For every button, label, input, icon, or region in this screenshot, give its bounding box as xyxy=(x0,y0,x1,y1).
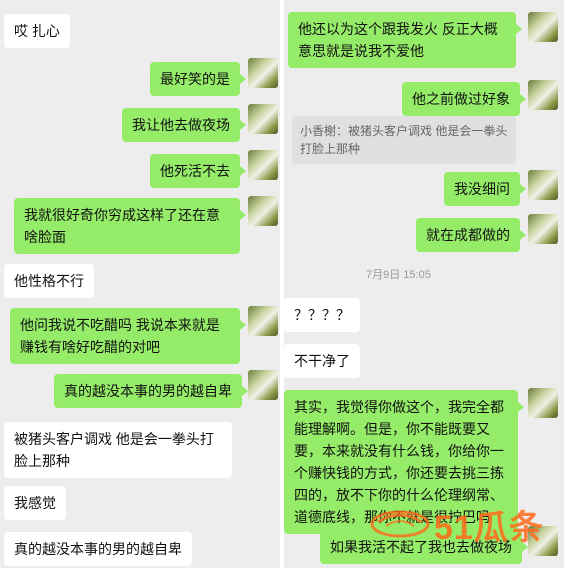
message-text: 真的越没本事的男的越自卑 xyxy=(64,383,232,399)
message-bubble[interactable]: 他还以为这个跟我发火 反正大概意思就是说我不爱他 xyxy=(288,12,522,68)
avatar[interactable] xyxy=(528,170,558,200)
message-text: 我感觉 xyxy=(14,495,56,511)
quoted-text: 小香榭：被猪头客户调戏 他是会一拳头打脸上那种 xyxy=(300,124,508,156)
message-bubble[interactable]: 真的越没本事的男的越自卑 xyxy=(54,374,248,408)
message-bubble[interactable]: 他问我说不吃醋吗 我说本来就是赚钱有啥好吃醋的对吧 xyxy=(10,308,246,364)
message-bubble[interactable]: 真的越没本事的男的越自卑 xyxy=(4,532,192,566)
avatar[interactable] xyxy=(248,58,278,88)
message-bubble[interactable]: 其实，我觉得你做这个，我完全都能理解啊。但是，你不能既要又要，本来就没有什么钱，… xyxy=(284,390,524,534)
chat-panel-right: 他还以为这个跟我发火 反正大概意思就是说我不爱他 他之前做过好象 小香榭：被猪头… xyxy=(284,0,564,568)
message-bubble[interactable]: 他性格不行 xyxy=(4,264,94,298)
message-text: 不干净了 xyxy=(294,353,350,369)
message-bubble[interactable]: 不干净了 xyxy=(284,344,360,378)
avatar[interactable] xyxy=(248,104,278,134)
avatar[interactable] xyxy=(248,370,278,400)
message-text: 他问我说不吃醋吗 我说本来就是赚钱有啥好吃醋的对吧 xyxy=(20,317,220,355)
message-text: 我没细问 xyxy=(454,181,510,197)
message-text: ？？？？ xyxy=(294,307,350,323)
message-text: 被猪头客户调戏 他是会一拳头打脸上那种 xyxy=(14,431,214,469)
avatar[interactable] xyxy=(528,526,558,556)
message-bubble[interactable]: 我感觉 xyxy=(4,486,66,520)
avatar[interactable] xyxy=(528,80,558,110)
message-text: 他死活不去 xyxy=(160,163,230,179)
avatar[interactable] xyxy=(248,306,278,336)
message-bubble[interactable]: 他之前做过好象 xyxy=(402,82,526,116)
message-text: 我就很好奇你穷成这样了还在意啥脸面 xyxy=(24,207,220,245)
message-text: 就在成都做的 xyxy=(426,227,510,243)
message-text: 他还以为这个跟我发火 反正大概意思就是说我不爱他 xyxy=(298,21,498,59)
message-text: 真的越没本事的男的越自卑 xyxy=(14,541,182,557)
timestamp: 7月9日 15:05 xyxy=(366,269,431,281)
message-bubble[interactable]: 我没细问 xyxy=(444,172,526,206)
message-bubble[interactable]: 我让他去做夜场 xyxy=(122,108,246,142)
avatar[interactable] xyxy=(248,150,278,180)
message-bubble[interactable]: 如果我活不起了我也去做夜场 xyxy=(320,530,528,564)
avatar[interactable] xyxy=(528,214,558,244)
quoted-message[interactable]: 小香榭：被猪头客户调戏 他是会一拳头打脸上那种 xyxy=(292,116,516,164)
message-bubble[interactable]: ？？？？ xyxy=(284,298,360,332)
message-bubble[interactable]: 被猪头客户调戏 他是会一拳头打脸上那种 xyxy=(4,422,232,478)
message-text: 如果我活不起了我也去做夜场 xyxy=(330,539,512,555)
chat-panel-left: 哎 扎心 最好笑的是 我让他去做夜场 他死活不去 我就很好奇你穷成这样了还在意啥… xyxy=(0,0,280,568)
message-bubble[interactable]: 他死活不去 xyxy=(150,154,246,188)
message-text: 他之前做过好象 xyxy=(412,91,510,107)
avatar[interactable] xyxy=(528,12,558,42)
message-text: 其实，我觉得你做这个，我完全都能理解啊。但是，你不能既要又要，本来就没有什么钱，… xyxy=(294,399,504,525)
message-bubble[interactable]: 最好笑的是 xyxy=(150,62,246,96)
message-bubble[interactable]: 就在成都做的 xyxy=(416,218,526,252)
avatar[interactable] xyxy=(528,388,558,418)
avatar[interactable] xyxy=(248,196,278,226)
message-bubble[interactable]: 我就很好奇你穷成这样了还在意啥脸面 xyxy=(14,198,246,254)
message-text: 我让他去做夜场 xyxy=(132,117,230,133)
message-text: 最好笑的是 xyxy=(160,71,230,87)
message-text: 他性格不行 xyxy=(14,273,84,289)
message-bubble[interactable]: 哎 扎心 xyxy=(4,14,70,48)
message-text: 哎 扎心 xyxy=(14,23,60,39)
